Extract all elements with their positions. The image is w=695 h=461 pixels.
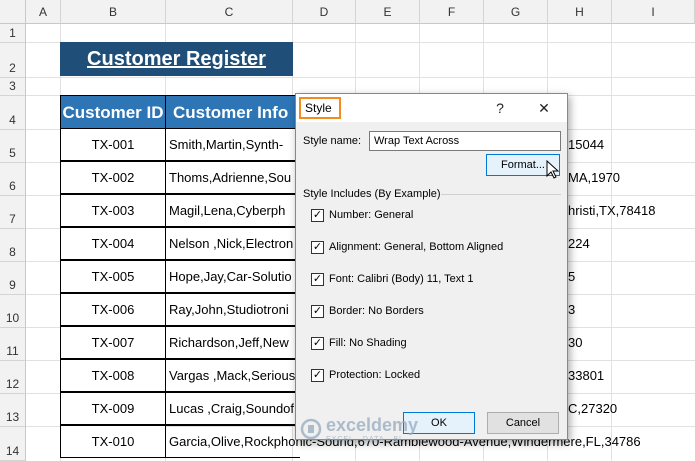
fill-checkbox[interactable]: ✓ bbox=[311, 337, 324, 350]
column-header-e[interactable]: E bbox=[356, 0, 420, 24]
alignment-checkbox[interactable]: ✓ bbox=[311, 241, 324, 254]
cell-customer-info[interactable]: Richardson,Jeff,New bbox=[165, 326, 300, 359]
dialog-title: Style bbox=[299, 97, 341, 119]
style-dialog: Style ? ✕ Style name: Wrap Text Across F… bbox=[295, 93, 568, 440]
help-button[interactable]: ? bbox=[488, 98, 512, 118]
row-header-4[interactable]: 4 bbox=[0, 96, 26, 130]
number-checkbox[interactable]: ✓ bbox=[311, 209, 324, 222]
cell-customer-id[interactable]: TX-002 bbox=[60, 161, 166, 194]
column-header-c[interactable]: C bbox=[166, 0, 293, 24]
group-divider bbox=[441, 194, 561, 195]
cell-customer-id[interactable]: TX-007 bbox=[60, 326, 166, 359]
cell-customer-id[interactable]: TX-010 bbox=[60, 425, 166, 458]
cell-customer-info[interactable]: Lucas ,Craig,Soundof bbox=[165, 392, 300, 425]
overflow-text: C,27320 bbox=[568, 401, 618, 416]
cell-customer-id[interactable]: TX-004 bbox=[60, 227, 166, 260]
row-header-2[interactable]: 2 bbox=[0, 43, 26, 78]
overflow-text: 30 bbox=[568, 335, 583, 350]
fill-option-label[interactable]: Fill: No Shading bbox=[329, 337, 407, 349]
number-option-label[interactable]: Number: General bbox=[329, 209, 413, 221]
cell-customer-info[interactable]: Garcia,Olive,Rockphonic-Sound,670-Ramble… bbox=[165, 425, 641, 458]
style-name-input[interactable]: Wrap Text Across bbox=[369, 131, 561, 151]
row-header-6[interactable]: 6 bbox=[0, 163, 26, 196]
style-includes-label: Style Includes (By Example) bbox=[303, 188, 441, 200]
font-checkbox[interactable]: ✓ bbox=[311, 273, 324, 286]
exceldemy-logo-icon bbox=[300, 418, 322, 440]
overflow-text: MA,1970 bbox=[568, 170, 621, 185]
overflow-text: 3 bbox=[568, 302, 576, 317]
column-header-d[interactable]: D bbox=[293, 0, 356, 24]
cell-customer-info[interactable]: Vargas ,Mack,Serious bbox=[165, 359, 300, 392]
select-all-corner[interactable] bbox=[0, 0, 26, 24]
column-header-a[interactable]: A bbox=[26, 0, 61, 24]
overflow-text: 5 bbox=[568, 269, 576, 284]
gridline bbox=[26, 77, 695, 78]
font-option-label[interactable]: Font: Calibri (Body) 11, Text 1 bbox=[329, 273, 474, 285]
watermark: exceldemy EXCEL · DATA · BI bbox=[300, 412, 418, 446]
watermark-tagline: EXCEL · DATA · BI bbox=[326, 436, 402, 443]
cell-customer-id[interactable]: TX-005 bbox=[60, 260, 166, 293]
protection-option-label[interactable]: Protection: Locked bbox=[329, 369, 420, 381]
row-header-14[interactable]: 14 bbox=[0, 427, 26, 461]
watermark-name: exceldemy bbox=[326, 415, 419, 435]
cell-customer-info[interactable]: Magil,Lena,Cyberph bbox=[165, 194, 300, 227]
cell-customer-info[interactable]: Nelson ,Nick,Electron bbox=[165, 227, 300, 260]
cell-customer-info[interactable]: Thoms,Adrienne,Sou bbox=[165, 161, 300, 194]
cell-customer-info[interactable]: Ray,John,Studiotroni bbox=[165, 293, 300, 326]
cancel-button[interactable]: Cancel bbox=[487, 412, 559, 434]
cell-customer-info[interactable]: Hope,Jay,Car-Solutio bbox=[165, 260, 300, 293]
column-header-b[interactable]: B bbox=[61, 0, 166, 24]
style-name-label: Style name: bbox=[303, 135, 362, 147]
protection-checkbox[interactable]: ✓ bbox=[311, 369, 324, 382]
row-header-10[interactable]: 10 bbox=[0, 295, 26, 328]
row-header-9[interactable]: 9 bbox=[0, 262, 26, 295]
column-header-f[interactable]: F bbox=[420, 0, 484, 24]
cell-customer-id[interactable]: TX-009 bbox=[60, 392, 166, 425]
row-header-12[interactable]: 12 bbox=[0, 361, 26, 394]
row-header-1[interactable]: 1 bbox=[0, 24, 26, 43]
row-header-7[interactable]: 7 bbox=[0, 196, 26, 229]
dialog-titlebar[interactable]: Style ? ✕ bbox=[296, 94, 567, 122]
cell-customer-id[interactable]: TX-001 bbox=[60, 128, 166, 161]
row-header-8[interactable]: 8 bbox=[0, 229, 26, 262]
border-checkbox[interactable]: ✓ bbox=[311, 305, 324, 318]
cell-customer-id[interactable]: TX-008 bbox=[60, 359, 166, 392]
sheet-title[interactable]: Customer Register bbox=[60, 42, 293, 76]
cell-customer-id[interactable]: TX-006 bbox=[60, 293, 166, 326]
column-header-i[interactable]: I bbox=[612, 0, 695, 24]
column-header-h[interactable]: H bbox=[548, 0, 612, 24]
mouse-cursor-icon bbox=[546, 160, 560, 179]
row-header-11[interactable]: 11 bbox=[0, 328, 26, 361]
row-header-5[interactable]: 5 bbox=[0, 130, 26, 163]
cell-customer-info[interactable]: Smith,Martin,Synth- bbox=[165, 128, 300, 161]
overflow-text: 33801 bbox=[568, 368, 605, 383]
alignment-option-label[interactable]: Alignment: General, Bottom Aligned bbox=[329, 241, 503, 253]
overflow-text: 224 bbox=[568, 236, 590, 251]
overflow-text: 15044 bbox=[568, 137, 605, 152]
row-header-3[interactable]: 3 bbox=[0, 78, 26, 96]
border-option-label[interactable]: Border: No Borders bbox=[329, 305, 424, 317]
close-button[interactable]: ✕ bbox=[532, 98, 556, 118]
overflow-text: hristi,TX,78418 bbox=[568, 203, 656, 218]
cell-customer-id[interactable]: TX-003 bbox=[60, 194, 166, 227]
row-header-13[interactable]: 13 bbox=[0, 394, 26, 427]
column-header-g[interactable]: G bbox=[484, 0, 548, 24]
header-customer-info[interactable]: Customer Info bbox=[165, 95, 300, 129]
header-customer-id[interactable]: Customer ID bbox=[60, 95, 166, 129]
